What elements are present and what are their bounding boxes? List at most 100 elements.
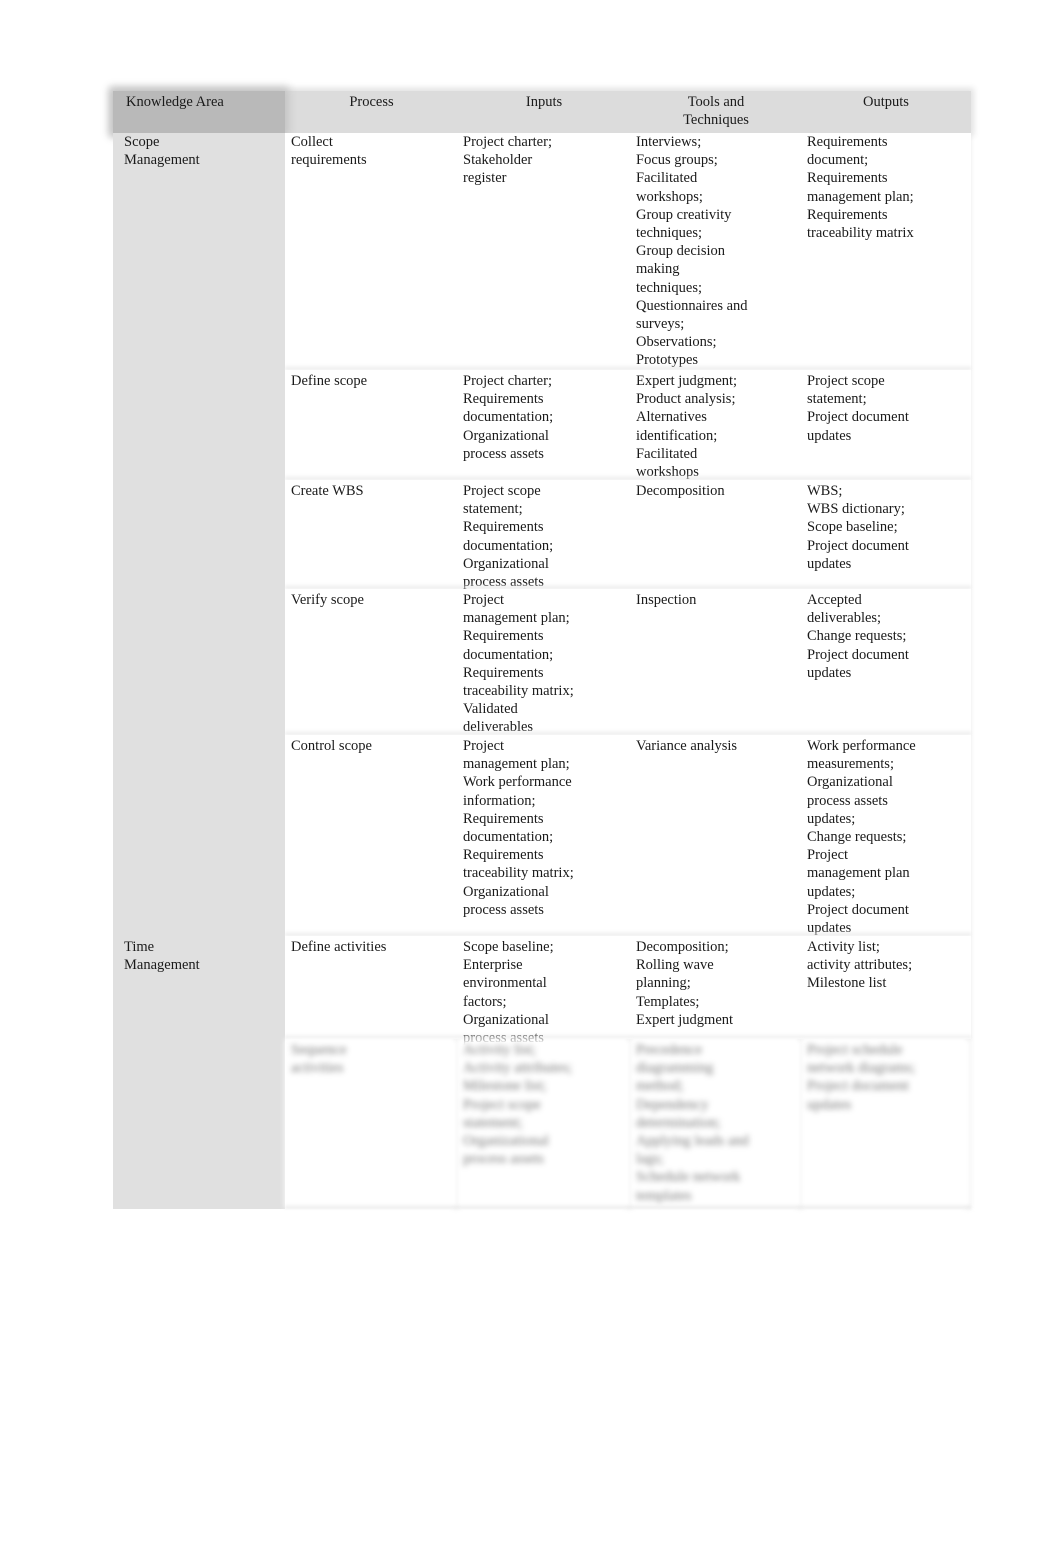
header-inputs: Inputs xyxy=(458,91,631,133)
cell-text-line: management plan; xyxy=(463,610,570,627)
cell-text-line: Project document xyxy=(807,901,909,918)
knowledge-area-cell xyxy=(113,370,285,480)
cell-text-line: Requirements xyxy=(463,847,544,864)
cell-text-line: WBS dictionary; xyxy=(807,501,905,518)
cell-text-line: Organizational xyxy=(463,555,549,572)
cell-text-line: Organizational xyxy=(463,883,549,900)
cell-text-line: management plan; xyxy=(463,756,570,773)
cell-text-line: traceability matrix; xyxy=(463,865,574,882)
cell-text-line: Management xyxy=(124,152,200,169)
cell-text-line: document; xyxy=(807,152,869,169)
cell-text-line: deliverables xyxy=(463,719,534,736)
outputs-cell: WBS; WBS dictionary; Scope baseline; Projec… xyxy=(802,480,971,589)
cell-text-line: Project charter; xyxy=(463,373,552,389)
cell-text-line: lags; xyxy=(636,1151,664,1168)
cell-text-line: Project document xyxy=(807,409,909,426)
tools-cell: Precedence diagramming method; Dependency de… xyxy=(631,1039,802,1209)
knowledge-area-table: Knowledge Area Process Inputs Tools and T… xyxy=(113,91,971,1209)
inputs-cell: Project scope statement; Requirements docum… xyxy=(458,480,631,590)
cell-text-line: method; xyxy=(636,1078,684,1095)
cell-text-line: identification; xyxy=(636,427,718,444)
header-outputs: Outputs xyxy=(802,91,971,133)
cell-text-line: updates; xyxy=(807,810,856,827)
cell-text-line: Product analysis; xyxy=(636,391,736,408)
cell-text-line: Process xyxy=(349,94,394,110)
cell-text-line: Organizational xyxy=(463,427,549,444)
cell-text-line: updates; xyxy=(807,883,856,900)
cell-text-line: Organizational xyxy=(463,1133,549,1150)
cell-text-line: Decomposition xyxy=(636,483,725,499)
cell-text-line: workshops; xyxy=(636,188,703,205)
cell-text-line: Project scope xyxy=(463,483,541,499)
cell-text-line: documentation; xyxy=(463,537,554,554)
cell-text-line: Project scope xyxy=(463,1096,541,1113)
cell-text-line: Project xyxy=(463,592,505,608)
cell-text-line: Templates; xyxy=(636,993,700,1010)
cell-text-line: Work performance xyxy=(463,774,572,791)
cell-text-line: statement; xyxy=(463,1114,523,1131)
tools-cell: Expert judgment; Product analysis; Alterna… xyxy=(631,370,802,480)
cell-text-line: Prototypes xyxy=(636,352,699,369)
cell-text-line: Facilitated xyxy=(636,170,698,187)
cell-text-line: activities xyxy=(291,1060,344,1077)
cell-text-line: Milestone list xyxy=(807,975,887,992)
process-cell: Define scope xyxy=(285,370,458,480)
cell-text-line: Activity list; xyxy=(807,939,880,955)
cell-text-line: Requirements xyxy=(463,810,544,827)
cell-text-line: information; xyxy=(463,792,536,809)
cell-text-line: requirements xyxy=(291,152,367,169)
table-row: Create WBS Project scope statement; Require… xyxy=(113,480,971,590)
process-cell: Collect requirements xyxy=(285,133,458,370)
cell-text-line: Accepted xyxy=(807,592,862,608)
header-tools-and-techniques: Tools and Techniques xyxy=(631,91,802,133)
cell-text-line: Requirements xyxy=(807,170,888,187)
knowledge-area-cell: Scope Management xyxy=(113,133,285,370)
cell-text-line: Techniques xyxy=(683,112,749,129)
outputs-cell: Requirements document; Requirements managem… xyxy=(802,133,971,370)
tools-cell: Inspection xyxy=(631,589,802,735)
outputs-cell: Project scope statement; Project document u… xyxy=(802,370,971,480)
cell-text-line: Verify scope xyxy=(291,592,364,608)
table-row: Verify scope Project management plan; Requi… xyxy=(113,589,971,735)
cell-text-line: Knowledge Area xyxy=(126,94,224,110)
cell-text-line: Project xyxy=(463,738,505,754)
cell-text-line: Precedence xyxy=(636,1042,703,1058)
cell-text-line: factors; xyxy=(463,993,507,1010)
cell-text-line: Enterprise xyxy=(463,957,523,974)
cell-text-line: Project schedule xyxy=(807,1042,903,1058)
table-row: Define scope Project charter; Requirements… xyxy=(113,370,971,480)
cell-text-line: process assets xyxy=(807,792,888,809)
table-header-row: Knowledge Area Process Inputs Tools and T… xyxy=(113,91,971,133)
knowledge-area-cell xyxy=(113,1039,285,1209)
cell-text-line: planning; xyxy=(636,975,691,992)
cell-text-line: measurements; xyxy=(807,756,894,773)
cell-text-line: workshops xyxy=(636,464,699,481)
outputs-cell: Activity list; activity attributes; Milest… xyxy=(802,936,971,1039)
table-row: Sequence activities Activity list; Activity… xyxy=(113,1039,971,1209)
cell-text-line: Outputs xyxy=(863,94,909,110)
cell-text-line: documentation; xyxy=(463,646,554,663)
cell-text-line: Organizational xyxy=(807,774,893,791)
tools-cell: Decomposition xyxy=(631,480,802,589)
cell-text-line: Validated xyxy=(463,701,518,718)
cell-text-line: Project document xyxy=(807,646,909,663)
cell-text-line: Project charter; xyxy=(463,134,552,150)
knowledge-area-cell: Time Management xyxy=(113,936,285,1039)
knowledge-area-cell xyxy=(113,589,285,735)
cell-text-line: process assets xyxy=(463,901,544,918)
cell-text-line: updates xyxy=(807,555,852,572)
cell-text-line: Schedule network xyxy=(636,1169,741,1186)
table-body: Scope Management Collect requirements Projec… xyxy=(113,133,971,1209)
tools-cell: Decomposition; Rolling wave planning; Templ… xyxy=(631,936,802,1039)
header-knowledge-area: Knowledge Area xyxy=(113,91,285,133)
cell-text-line: Expert judgment; xyxy=(636,373,738,389)
cell-text-line: updates xyxy=(807,1096,852,1113)
table-row: Time Management Define activities Scope bas… xyxy=(113,936,971,1046)
cell-text-line: Inspection xyxy=(636,592,697,608)
cell-text-line: Project scope xyxy=(807,373,885,389)
outputs-cell: Accepted deliverables; Change requests; Pro… xyxy=(802,589,971,735)
cell-text-line: Rolling wave xyxy=(636,957,714,974)
table-row: Scope Management Collect requirements Projec… xyxy=(113,133,971,370)
cell-text-line: documentation; xyxy=(463,409,554,426)
cell-text-line: activity attributes; xyxy=(807,957,913,974)
